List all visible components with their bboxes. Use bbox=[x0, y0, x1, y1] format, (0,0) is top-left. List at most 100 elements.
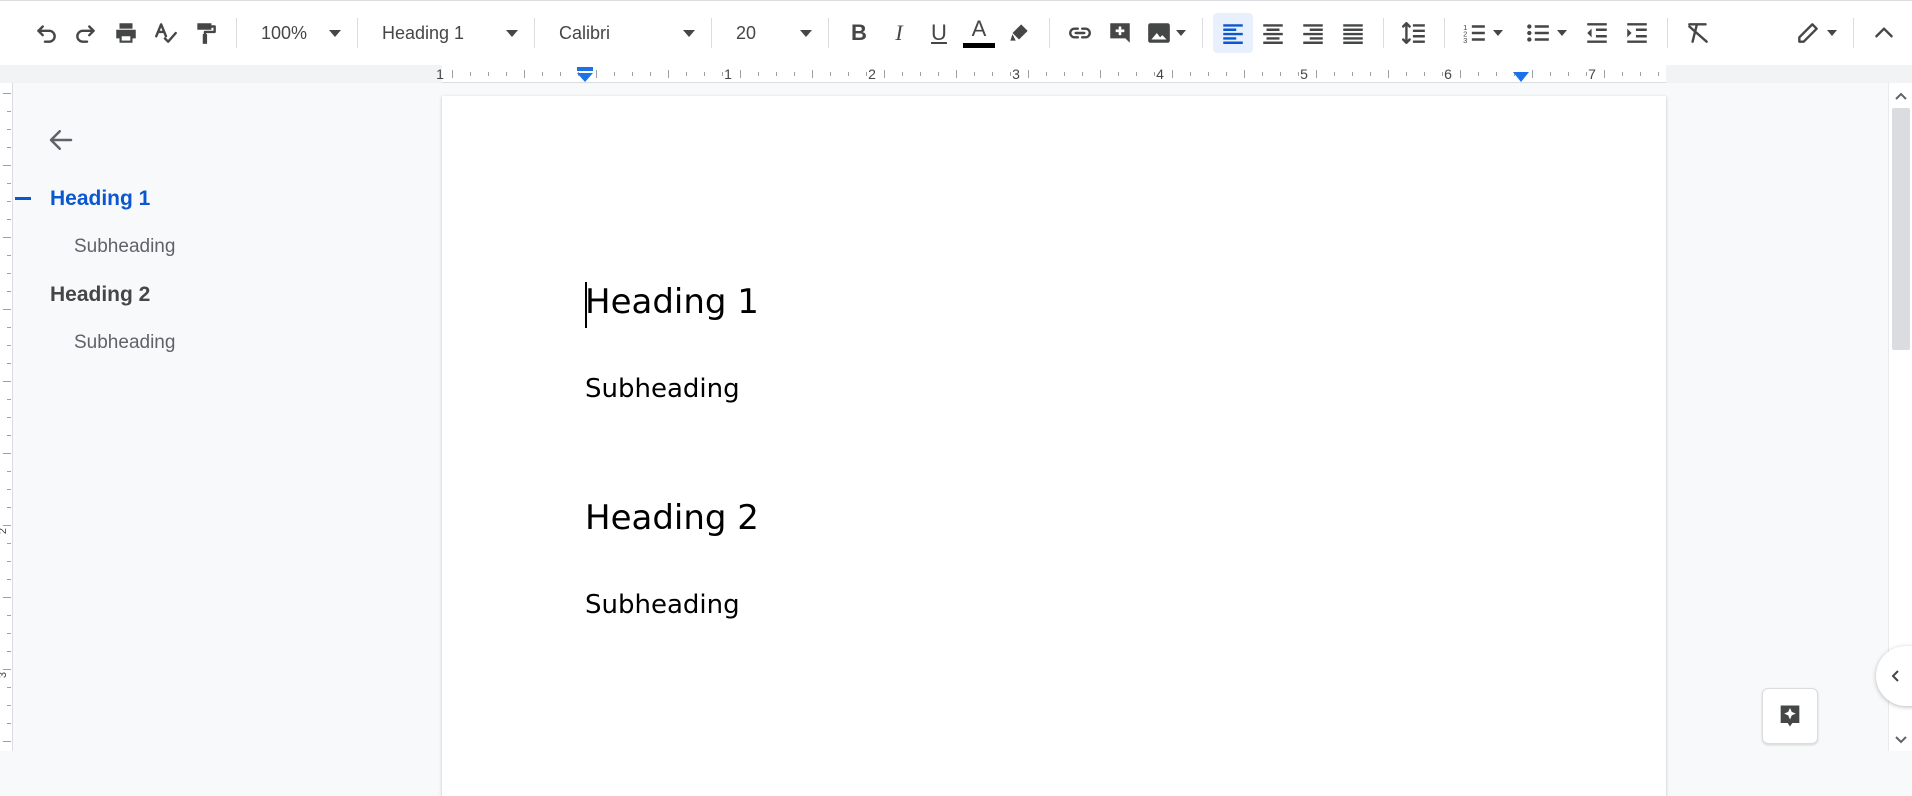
ruler-tick bbox=[1082, 72, 1083, 76]
side-panel-toggle[interactable] bbox=[1876, 646, 1912, 706]
ruler-tick bbox=[1190, 72, 1191, 76]
undo-icon bbox=[37, 25, 56, 43]
align-left-icon bbox=[1223, 24, 1243, 44]
ruler-tick bbox=[1262, 72, 1263, 76]
redo-button[interactable] bbox=[66, 13, 106, 53]
print-button[interactable] bbox=[106, 13, 146, 53]
ruler-tick bbox=[1622, 72, 1623, 76]
chevron-down-icon bbox=[329, 29, 341, 37]
paint-format-button[interactable] bbox=[186, 13, 226, 53]
doc-subheading-2[interactable]: Subheading bbox=[585, 590, 740, 620]
ruler-tick bbox=[1154, 72, 1155, 76]
ruler-margin-left bbox=[0, 65, 442, 83]
collapse-toolbar-button[interactable] bbox=[1864, 13, 1904, 53]
toolbar-divider bbox=[1383, 18, 1384, 48]
ruler-tick bbox=[1496, 72, 1497, 76]
vertical-ruler-tick bbox=[7, 273, 11, 274]
ruler-tick bbox=[1604, 70, 1605, 78]
vertical-ruler-tick bbox=[3, 453, 11, 454]
bulleted-list-button[interactable] bbox=[1519, 13, 1573, 53]
indent-marker-icon[interactable] bbox=[576, 67, 594, 83]
vertical-ruler-tick bbox=[7, 291, 11, 292]
numbered-list-button[interactable]: 123 bbox=[1455, 13, 1509, 53]
undo-button[interactable] bbox=[26, 13, 66, 53]
ruler-tick bbox=[1478, 72, 1479, 76]
link-button[interactable] bbox=[1060, 13, 1100, 53]
highlight-button[interactable] bbox=[999, 13, 1039, 53]
outline-item-subheading-1[interactable]: Subheading bbox=[74, 236, 175, 258]
font-value: Calibri bbox=[559, 22, 611, 43]
editing-mode-button[interactable] bbox=[1789, 13, 1843, 53]
decrease-indent-icon bbox=[1587, 23, 1607, 43]
insert-image-button[interactable] bbox=[1140, 13, 1192, 53]
zoom-select[interactable]: 100% bbox=[247, 13, 347, 53]
align-left-button[interactable] bbox=[1213, 13, 1253, 53]
doc-heading-1[interactable]: Heading 1 bbox=[585, 282, 759, 322]
document-page[interactable]: Heading 1 Subheading Heading 2 Subheadin… bbox=[442, 96, 1666, 796]
ruler-tick bbox=[794, 72, 795, 76]
highlighter-icon bbox=[1010, 24, 1028, 41]
outline-item-heading-2[interactable]: Heading 2 bbox=[50, 283, 150, 307]
ruler-tick bbox=[1136, 72, 1137, 76]
scroll-down-icon[interactable] bbox=[1894, 733, 1908, 747]
vertical-ruler-tick bbox=[7, 183, 11, 184]
ruler-tick bbox=[920, 72, 921, 76]
vertical-ruler-tick bbox=[7, 363, 11, 364]
vertical-ruler-tick bbox=[7, 111, 11, 112]
align-center-button[interactable] bbox=[1253, 13, 1293, 53]
add-comment-button[interactable] bbox=[1100, 13, 1140, 53]
ruler-tick bbox=[956, 70, 957, 78]
decrease-indent-button[interactable] bbox=[1577, 13, 1617, 53]
chevron-down-icon bbox=[506, 29, 518, 37]
ruler-tick bbox=[974, 72, 975, 76]
ruler-tick bbox=[1388, 70, 1389, 78]
ruler-tick bbox=[1658, 72, 1659, 76]
font-size-select[interactable]: 20 bbox=[722, 13, 818, 53]
justify-button[interactable] bbox=[1333, 13, 1373, 53]
ruler-tick bbox=[1064, 72, 1065, 76]
ruler-tick bbox=[1298, 72, 1299, 76]
style-select[interactable]: Heading 1 bbox=[368, 13, 524, 53]
vertical-ruler-tick bbox=[7, 579, 11, 580]
clear-formatting-button[interactable] bbox=[1678, 13, 1718, 53]
ruler-tick bbox=[1532, 70, 1533, 78]
pencil-icon bbox=[1798, 23, 1818, 43]
ruler-tick bbox=[1442, 72, 1443, 76]
outline-item-subheading-2[interactable]: Subheading bbox=[74, 332, 175, 354]
italic-button[interactable]: I bbox=[879, 13, 919, 53]
outline-item-heading-1[interactable]: Heading 1 bbox=[50, 187, 150, 211]
doc-subheading-1[interactable]: Subheading bbox=[585, 374, 740, 404]
horizontal-ruler[interactable]: 1 1 2 3 4 5 6 7 bbox=[0, 65, 1912, 83]
vertical-ruler[interactable]: 2 3 bbox=[0, 83, 13, 751]
ruler-label: 1 bbox=[724, 66, 732, 82]
ruler-tick bbox=[1316, 70, 1317, 78]
ruler-tick bbox=[1352, 72, 1353, 76]
vertical-ruler-tick bbox=[7, 633, 11, 634]
ruler-tick bbox=[632, 72, 633, 76]
close-outline-button[interactable] bbox=[41, 120, 81, 160]
doc-heading-2[interactable]: Heading 2 bbox=[585, 498, 759, 538]
spellcheck-icon bbox=[155, 23, 177, 43]
text-color-button[interactable]: A bbox=[959, 13, 999, 53]
increase-indent-button[interactable] bbox=[1617, 13, 1657, 53]
toolbar-divider bbox=[236, 18, 237, 48]
paint-format-icon bbox=[197, 23, 216, 44]
explore-button[interactable] bbox=[1762, 688, 1818, 744]
align-right-button[interactable] bbox=[1293, 13, 1333, 53]
vertical-ruler-tick bbox=[7, 327, 11, 328]
spellcheck-button[interactable] bbox=[146, 13, 186, 53]
ruler-tick bbox=[776, 72, 777, 76]
italic-icon: I bbox=[895, 20, 903, 45]
right-indent-marker-icon[interactable] bbox=[1512, 71, 1530, 83]
underline-icon: U bbox=[931, 20, 947, 45]
vertical-ruler-tick bbox=[3, 597, 11, 598]
line-spacing-button[interactable] bbox=[1394, 13, 1434, 53]
underline-button[interactable]: U bbox=[919, 13, 959, 53]
justify-icon bbox=[1343, 24, 1363, 44]
scroll-up-icon[interactable] bbox=[1894, 89, 1908, 103]
ruler-label: 5 bbox=[1300, 66, 1308, 82]
bold-button[interactable]: B bbox=[839, 13, 879, 53]
ruler-tick bbox=[1550, 72, 1551, 76]
font-select[interactable]: Calibri bbox=[545, 13, 701, 53]
scrollbar-thumb[interactable] bbox=[1892, 108, 1910, 350]
